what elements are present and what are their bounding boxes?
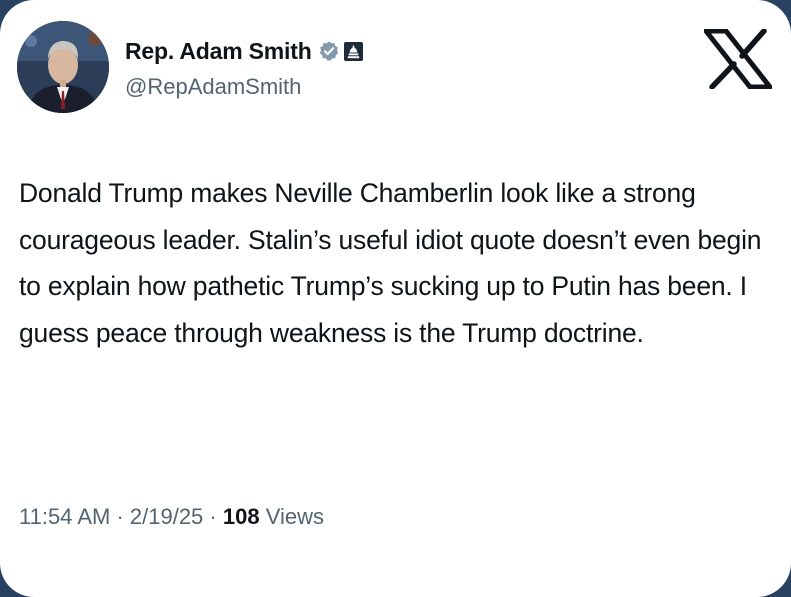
meta-separator: · — [203, 504, 223, 529]
avatar-photo — [17, 21, 109, 113]
views-count: 108 — [222, 504, 260, 529]
author-display-name[interactable]: Rep. Adam Smith — [125, 38, 312, 65]
tweet-time[interactable]: 11:54 AM — [19, 504, 110, 529]
tweet-date[interactable]: 2/19/25 — [130, 504, 203, 529]
meta-separator: · — [110, 504, 130, 529]
screenshot-frame: Rep. Adam Smith @RepAdamSmith Donald Tru… — [0, 0, 791, 597]
views-label: Views — [259, 504, 324, 529]
government-building-icon — [343, 41, 363, 61]
x-logo-icon[interactable] — [703, 28, 773, 90]
verified-badge-icon — [318, 40, 340, 62]
author-handle[interactable]: @RepAdamSmith — [125, 74, 301, 100]
tweet-metadata: 11:54 AM · 2/19/25 · 108 Views — [19, 504, 324, 530]
tweet-card: Rep. Adam Smith @RepAdamSmith Donald Tru… — [0, 0, 791, 597]
avatar[interactable] — [17, 21, 109, 113]
tweet-text: Donald Trump makes Neville Chamberlin lo… — [19, 178, 762, 348]
author-name-row: Rep. Adam Smith — [125, 36, 363, 66]
